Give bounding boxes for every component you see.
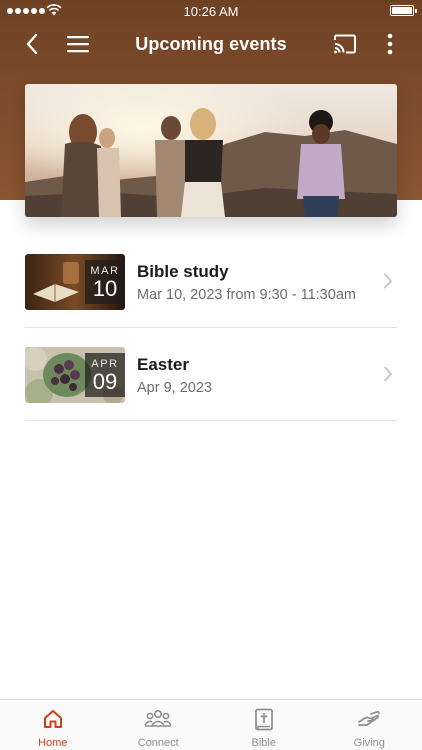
event-day: 10 (92, 276, 118, 301)
giving-hand-icon (317, 708, 422, 732)
back-icon[interactable] (18, 22, 46, 66)
event-day: 09 (92, 369, 118, 394)
event-thumbnail: APR 09 (25, 347, 125, 403)
cast-icon[interactable] (330, 22, 360, 66)
home-icon (0, 708, 106, 732)
event-thumbnail: MAR 10 (25, 254, 125, 310)
event-list-item[interactable]: MAR 10 Bible study Mar 10, 2023 from 9:3… (25, 235, 397, 328)
tab-bar: Home Connect Bible Giving (0, 699, 422, 750)
event-list-item[interactable]: APR 09 Easter Apr 9, 2023 (25, 328, 397, 421)
tab-home[interactable]: Home (0, 700, 106, 750)
event-title: Bible study (137, 262, 229, 281)
tab-bible[interactable]: Bible (211, 700, 317, 750)
battery-icon (390, 5, 417, 16)
tab-connect[interactable]: Connect (106, 700, 212, 750)
bible-icon (211, 708, 317, 732)
tab-label: Bible (251, 737, 276, 749)
event-date-time: Apr 9, 2023 (137, 380, 212, 396)
status-time: 10:26 AM (183, 4, 239, 19)
tab-label: Connect (137, 737, 179, 749)
event-title: Easter (137, 355, 189, 374)
event-date-time: Mar 10, 2023 from 9:30 - 11:30am (137, 287, 356, 303)
tab-giving[interactable]: Giving (317, 700, 422, 750)
people-icon (106, 708, 212, 732)
chevron-right-icon (384, 366, 392, 382)
event-date-badge: MAR 10 (85, 260, 125, 304)
tab-label: Giving (353, 737, 385, 749)
chevron-right-icon (384, 273, 392, 289)
event-date-badge: APR 09 (85, 353, 125, 397)
more-options-icon[interactable] (376, 22, 404, 66)
menu-icon[interactable] (62, 22, 94, 66)
hero-image (25, 84, 397, 217)
status-bar: 10:26 AM (0, 0, 422, 22)
tab-label: Home (38, 737, 68, 749)
navigation-bar: Upcoming events (0, 22, 422, 66)
